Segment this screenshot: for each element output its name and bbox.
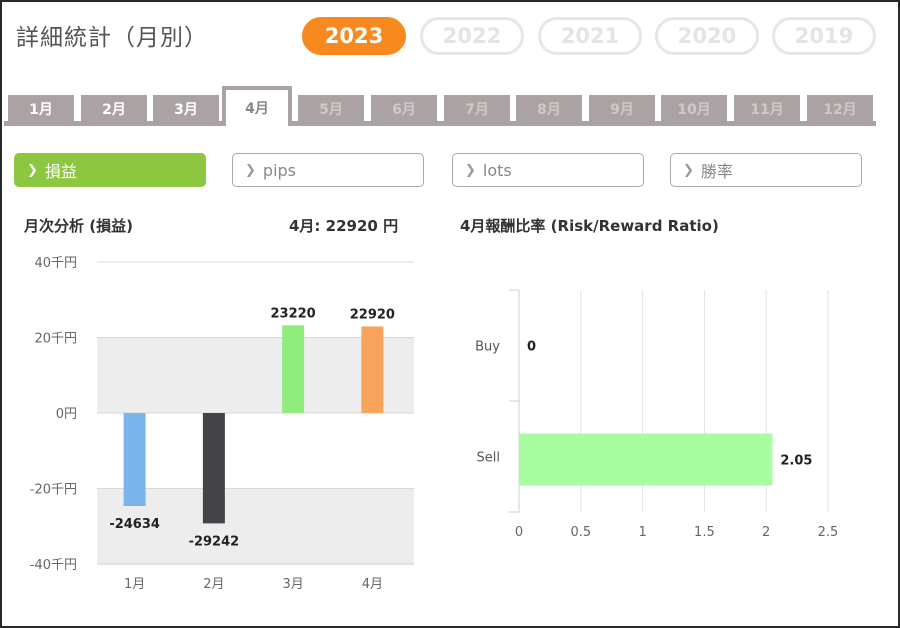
monthly-chart-title: 月次分析 (損益): [24, 217, 133, 235]
month-tab-6[interactable]: 6月: [371, 95, 437, 123]
metric-button-label: lots: [482, 160, 512, 180]
year-pill-2019[interactable]: 2019: [772, 17, 876, 55]
bar: [202, 413, 225, 524]
x-tick-label: 2月: [203, 577, 224, 592]
x-tick-label: 4月: [362, 577, 383, 592]
month-tab-3[interactable]: 3月: [153, 95, 219, 123]
x-tick-label: 2: [762, 525, 770, 540]
y-tick-label: 20千円: [34, 332, 77, 347]
metric-button-1[interactable]: ❯ pips: [232, 153, 424, 187]
data-label: 23220: [271, 306, 316, 321]
y-tick-label: 40千円: [34, 256, 77, 271]
bar: [361, 326, 384, 413]
metric-button-0[interactable]: ❯ 損益: [14, 153, 206, 187]
month-tab-5[interactable]: 5月: [298, 95, 364, 123]
data-label: 22920: [350, 307, 395, 322]
chevron-right-icon: ❯: [245, 162, 256, 178]
chevron-right-icon: ❯: [27, 162, 38, 178]
month-tab-4[interactable]: 4月: [222, 86, 292, 126]
year-pill-2022[interactable]: 2022: [420, 17, 524, 55]
data-label: -24634: [109, 517, 160, 532]
metric-button-2[interactable]: ❯ lots: [452, 153, 644, 187]
data-label: 2.05: [780, 454, 812, 469]
month-tab-9[interactable]: 9月: [589, 95, 655, 123]
month-tab-11[interactable]: 11月: [734, 95, 800, 123]
metric-button-3[interactable]: ❯ 勝率: [670, 153, 862, 187]
month-tab-1[interactable]: 1月: [8, 95, 74, 123]
y-tick-label: 0円: [56, 407, 77, 422]
month-tab-8[interactable]: 8月: [516, 95, 582, 123]
window-frame: 詳細統計（月別） 月次分析 (損益) 4月: 22920 円 4月報酬比率 (R…: [0, 0, 900, 628]
bar: [282, 325, 305, 413]
x-tick-label: 1: [638, 525, 646, 540]
bar: [123, 413, 146, 506]
bar: [519, 433, 773, 486]
monthly-pnl-chart: 40千円 20千円 0円 -20千円 -40千円 -24634 1月 -29242 2月 2322…: [30, 256, 414, 592]
x-tick-label: 0: [515, 525, 523, 540]
month-tab-12[interactable]: 12月: [807, 95, 873, 123]
x-tick-label: 1.5: [694, 525, 715, 540]
y-tick-label: Buy: [475, 340, 500, 355]
chevron-right-icon: ❯: [465, 162, 476, 178]
month-tab-2[interactable]: 2月: [81, 95, 147, 123]
x-tick-label: 3月: [282, 577, 303, 592]
y-tick-label: -40千円: [30, 558, 77, 573]
metric-button-label: 勝率: [700, 162, 733, 181]
page-title: 詳細統計（月別）: [16, 25, 208, 51]
year-pill-2021[interactable]: 2021: [538, 17, 642, 55]
monthly-summary: 4月: 22920 円: [289, 217, 399, 235]
metric-button-label: pips: [262, 160, 296, 180]
ratio-chart-title: 4月報酬比率 (Risk/Reward Ratio): [460, 217, 719, 235]
x-tick-label: 1月: [124, 577, 145, 592]
y-tick-label: -20千円: [30, 483, 77, 498]
month-tab-10[interactable]: 10月: [661, 95, 727, 123]
month-tab-7[interactable]: 7月: [444, 95, 510, 123]
x-tick-label: 0.5: [570, 525, 591, 540]
metric-button-label: 損益: [44, 162, 77, 181]
year-pill-2023[interactable]: 2023: [302, 17, 406, 55]
data-label: -29242: [189, 534, 240, 549]
chevron-right-icon: ❯: [683, 162, 694, 178]
year-pill-2020[interactable]: 2020: [655, 17, 759, 55]
y-tick-label: Sell: [477, 451, 500, 466]
risk-reward-chart: 0 0.5 1 1.5 2 2.5 Buy 0 Sell 2.05: [475, 289, 839, 540]
x-tick-label: 2.5: [818, 525, 839, 540]
data-label: 0: [527, 340, 536, 355]
